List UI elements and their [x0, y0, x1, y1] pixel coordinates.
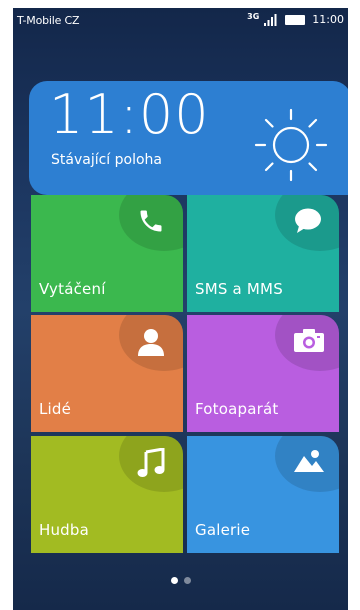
- tile-label: Lidé: [39, 400, 72, 418]
- tile-icon-area: [119, 315, 183, 373]
- tile-icon-area: [119, 195, 183, 253]
- widget-location: Stávající poloha: [51, 152, 162, 168]
- network-type: 3G: [247, 12, 260, 21]
- message-icon: [295, 208, 321, 233]
- sun-icon[interactable]: [251, 105, 331, 185]
- carrier-name: T-Mobile CZ: [17, 14, 80, 27]
- page-dot[interactable]: [183, 577, 191, 584]
- camera-icon: [294, 329, 324, 352]
- status-icons: 3G 11:00: [247, 12, 344, 26]
- tile-label: SMS a MMS: [195, 280, 283, 298]
- signal-icon: [264, 13, 277, 26]
- page-indicator[interactable]: [13, 577, 348, 587]
- tile-gallery[interactable]: Galerie: [187, 436, 339, 553]
- phone-icon: [140, 210, 162, 232]
- clock-weather-widget[interactable]: 11:00 Stávající poloha: [29, 81, 348, 195]
- widget-clock[interactable]: 11:00: [49, 83, 210, 146]
- tile-label: Hudba: [39, 521, 90, 539]
- tile-camera[interactable]: Fotoaparát: [187, 315, 339, 432]
- tile-music[interactable]: Hudba: [31, 436, 183, 553]
- home-screen: T-Mobile CZ 3G 11:00 11:00 Stávající pol…: [13, 8, 348, 610]
- tile-icon-area: [119, 436, 183, 494]
- contact-icon: [138, 329, 164, 356]
- tile-icon-area: [275, 436, 339, 494]
- tile-label: Galerie: [195, 521, 251, 539]
- screen: T-Mobile CZ 3G 11:00 11:00 Stávající pol…: [0, 0, 360, 610]
- tile-icon-area: [275, 195, 339, 253]
- tile-dialer[interactable]: Vytáčení: [31, 195, 183, 312]
- status-bar: T-Mobile CZ 3G 11:00: [13, 8, 348, 34]
- gallery-icon: [294, 450, 324, 472]
- tile-label: Vytáčení: [39, 280, 106, 298]
- status-clock: 11:00: [312, 13, 344, 26]
- tile-messages[interactable]: SMS a MMS: [187, 195, 339, 312]
- page-dot-current[interactable]: [170, 577, 178, 584]
- tile-contacts[interactable]: Lidé: [31, 315, 183, 432]
- tile-icon-area: [275, 315, 339, 373]
- tile-label: Fotoaparát: [195, 400, 279, 418]
- music-icon: [137, 448, 165, 477]
- battery-icon: [285, 14, 306, 25]
